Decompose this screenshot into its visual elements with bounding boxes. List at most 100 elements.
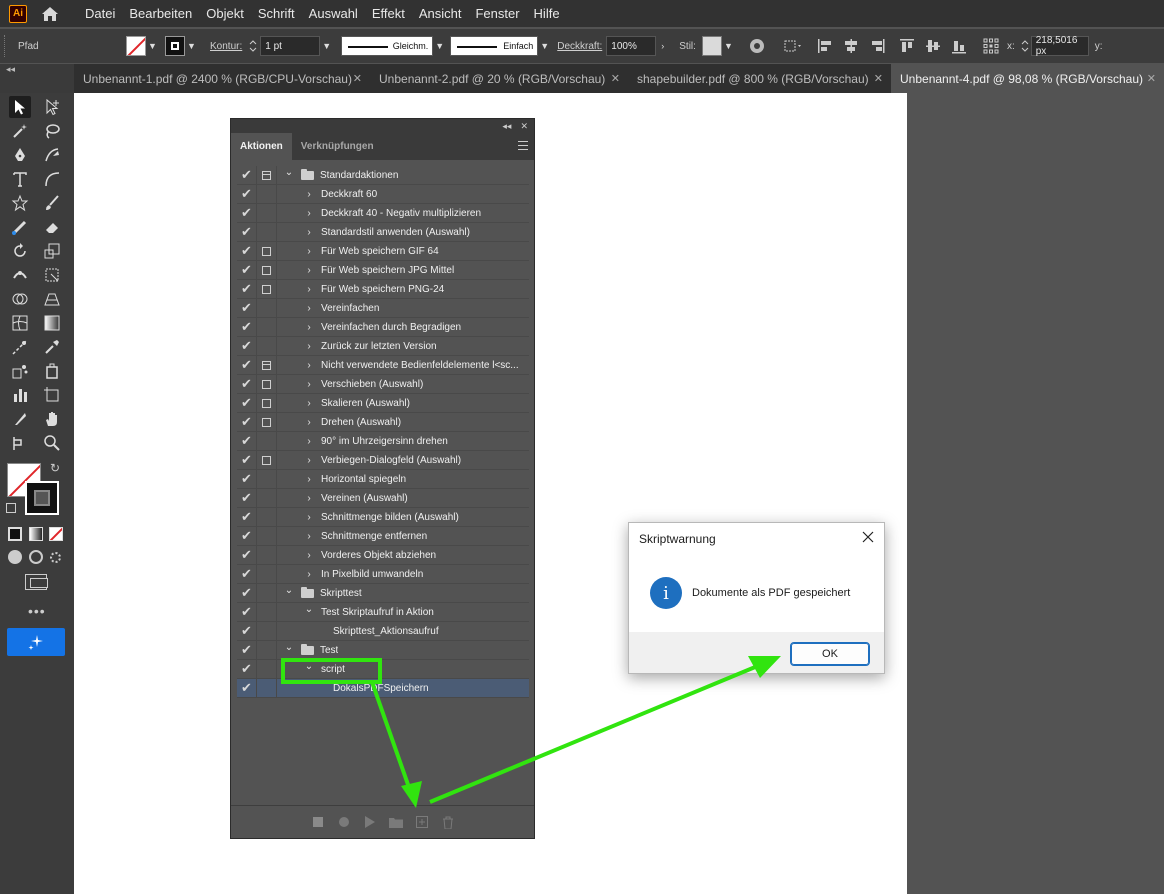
dialog-toggle[interactable] (257, 526, 277, 546)
chevron-right-icon[interactable]: › (303, 474, 315, 485)
action-row[interactable]: ✔ › Horizontal spiegeln (237, 469, 529, 489)
screen-mode-icon[interactable] (25, 574, 48, 590)
action-set-row[interactable]: ✔ ⌄ Skripttest (237, 583, 529, 603)
action-row[interactable]: ✔ › Skalieren (Auswahl) (237, 393, 529, 413)
action-row[interactable]: ✔ › Standardstil anwenden (Auswahl) (237, 222, 529, 242)
dialog-toggle[interactable] (257, 412, 277, 432)
deckkraft-label[interactable]: Deckkraft: (557, 41, 602, 52)
menu-item[interactable]: Schrift (251, 6, 302, 21)
dialog-toggle[interactable] (257, 431, 277, 451)
chevron-right-icon[interactable]: › (303, 398, 315, 409)
ok-button[interactable]: OK (790, 642, 870, 666)
chevron-down-icon[interactable]: ⌄ (303, 604, 315, 615)
dialog-toggle[interactable] (257, 450, 277, 470)
action-row[interactable]: ✔ › Vereinen (Auswahl) (237, 488, 529, 508)
eyedropper-icon[interactable] (41, 336, 63, 358)
action-row[interactable]: ✔ › Schnittmenge bilden (Auswahl) (237, 507, 529, 527)
chevron-down-icon[interactable]: ⌄ (303, 661, 315, 672)
play-icon[interactable] (363, 815, 377, 829)
close-icon[interactable]: ✕ (874, 72, 883, 85)
chevron-right-icon[interactable]: › (303, 493, 315, 504)
fill-swatch[interactable] (126, 36, 146, 56)
stroke-profile-select[interactable]: Gleichm. (341, 36, 434, 56)
chevron-right-icon[interactable]: › (303, 341, 315, 352)
print-tiling-icon[interactable] (9, 432, 31, 454)
chevron-right-icon[interactable]: › (303, 417, 315, 428)
arc-tool-icon[interactable] (41, 168, 63, 190)
toggle-item-icon[interactable]: ✔ (237, 678, 257, 698)
action-row[interactable]: ✔ › Verschieben (Auswahl) (237, 374, 529, 394)
free-transform-icon[interactable] (41, 264, 63, 286)
curvature-tool-icon[interactable] (41, 144, 63, 166)
action-row[interactable]: ✔ › Für Web speichern PNG-24 (237, 279, 529, 299)
toggle-item-icon[interactable]: ✔ (237, 241, 257, 261)
align-to-icon[interactable] (779, 36, 807, 56)
draw-behind-icon[interactable] (29, 550, 43, 564)
draw-inside-icon[interactable] (50, 552, 61, 563)
toggle-item-icon[interactable]: ✔ (237, 545, 257, 565)
toggle-item-icon[interactable]: ✔ (237, 298, 257, 318)
chevron-down-icon[interactable]: ▼ (433, 36, 446, 56)
document-tab[interactable]: shapebuilder.pdf @ 800 % (RGB/Vorschau) ✕ (628, 64, 891, 93)
dialog-toggle[interactable] (257, 374, 277, 394)
slice-tool-icon[interactable] (9, 408, 31, 430)
toggle-item-icon[interactable]: ✔ (237, 184, 257, 204)
document-tab[interactable]: Unbenannt-4.pdf @ 98,08 % (RGB/Vorschau)… (891, 64, 1164, 93)
action-set-row[interactable]: ✔ ⌄ Test (237, 640, 529, 660)
action-row[interactable]: ✔ › Deckkraft 40 - Negativ multiplizieren (237, 203, 529, 223)
toggle-item-icon[interactable]: ✔ (237, 431, 257, 451)
trash-icon[interactable] (441, 815, 455, 829)
chevron-right-icon[interactable]: › (303, 246, 315, 257)
new-set-folder-icon[interactable] (388, 815, 403, 829)
close-icon[interactable]: ✕ (353, 72, 362, 85)
chevron-right-icon[interactable]: › (303, 265, 315, 276)
direct-selection-tool-icon[interactable] (41, 96, 63, 118)
action-row[interactable]: ✔ › Deckkraft 60 (237, 184, 529, 204)
none-mode-icon[interactable] (49, 527, 63, 541)
dialog-toggle[interactable] (257, 165, 277, 185)
menu-item[interactable]: Ansicht (412, 6, 469, 21)
stop-icon[interactable] (311, 815, 325, 829)
align-top-icon[interactable] (897, 36, 917, 56)
record-icon[interactable] (337, 815, 351, 829)
document-tab[interactable]: Unbenannt-2.pdf @ 20 % (RGB/Vorschau) ✕ (370, 64, 628, 93)
reference-point-icon[interactable] (981, 36, 1001, 56)
toggle-item-icon[interactable]: ✔ (237, 203, 257, 223)
action-row[interactable]: ✔ › Drehen (Auswahl) (237, 412, 529, 432)
toggle-item-icon[interactable]: ✔ (237, 222, 257, 242)
dialog-toggle[interactable] (257, 564, 277, 584)
panel-menu-icon[interactable] (518, 141, 528, 150)
pen-tool-icon[interactable] (9, 144, 31, 166)
chevron-down-icon[interactable]: ▼ (185, 36, 198, 56)
tab-links[interactable]: Verknüpfungen (292, 133, 383, 160)
tab-actions[interactable]: Aktionen (231, 133, 292, 160)
recolor-icon[interactable] (747, 36, 767, 56)
chevron-right-icon[interactable]: › (303, 322, 315, 333)
stroke-weight-field[interactable]: 1 pt (260, 36, 321, 56)
dialog-toggle[interactable] (257, 222, 277, 242)
home-icon[interactable] (39, 4, 61, 24)
symbol-sprayer-icon[interactable] (9, 360, 31, 382)
chevron-right-icon[interactable]: › (656, 36, 669, 56)
chevron-right-icon[interactable]: › (303, 436, 315, 447)
shape-builder-icon[interactable] (9, 288, 31, 310)
toggle-item-icon[interactable]: ✔ (237, 659, 257, 679)
style-swatch[interactable] (701, 36, 722, 56)
dialog-toggle[interactable] (257, 640, 277, 660)
eraser-icon[interactable] (41, 216, 63, 238)
dialog-toggle[interactable] (257, 260, 277, 280)
generative-sparkle-icon[interactable] (7, 628, 65, 656)
dialog-toggle[interactable] (257, 678, 277, 698)
dialog-toggle[interactable] (257, 241, 277, 261)
align-right-icon[interactable] (867, 36, 887, 56)
dialog-toggle[interactable] (257, 583, 277, 603)
action-row[interactable]: ✔ › Für Web speichern GIF 64 (237, 241, 529, 261)
menu-item[interactable]: Effekt (365, 6, 412, 21)
dialog-toggle[interactable] (257, 602, 277, 622)
menu-item[interactable]: Datei (78, 6, 122, 21)
chevron-down-icon[interactable]: ⌄ (283, 585, 295, 596)
chevron-right-icon[interactable]: › (303, 569, 315, 580)
action-row[interactable]: ✔ › Vereinfachen durch Begradigen (237, 317, 529, 337)
menu-item[interactable]: Hilfe (527, 6, 567, 21)
toggle-item-icon[interactable]: ✔ (237, 374, 257, 394)
